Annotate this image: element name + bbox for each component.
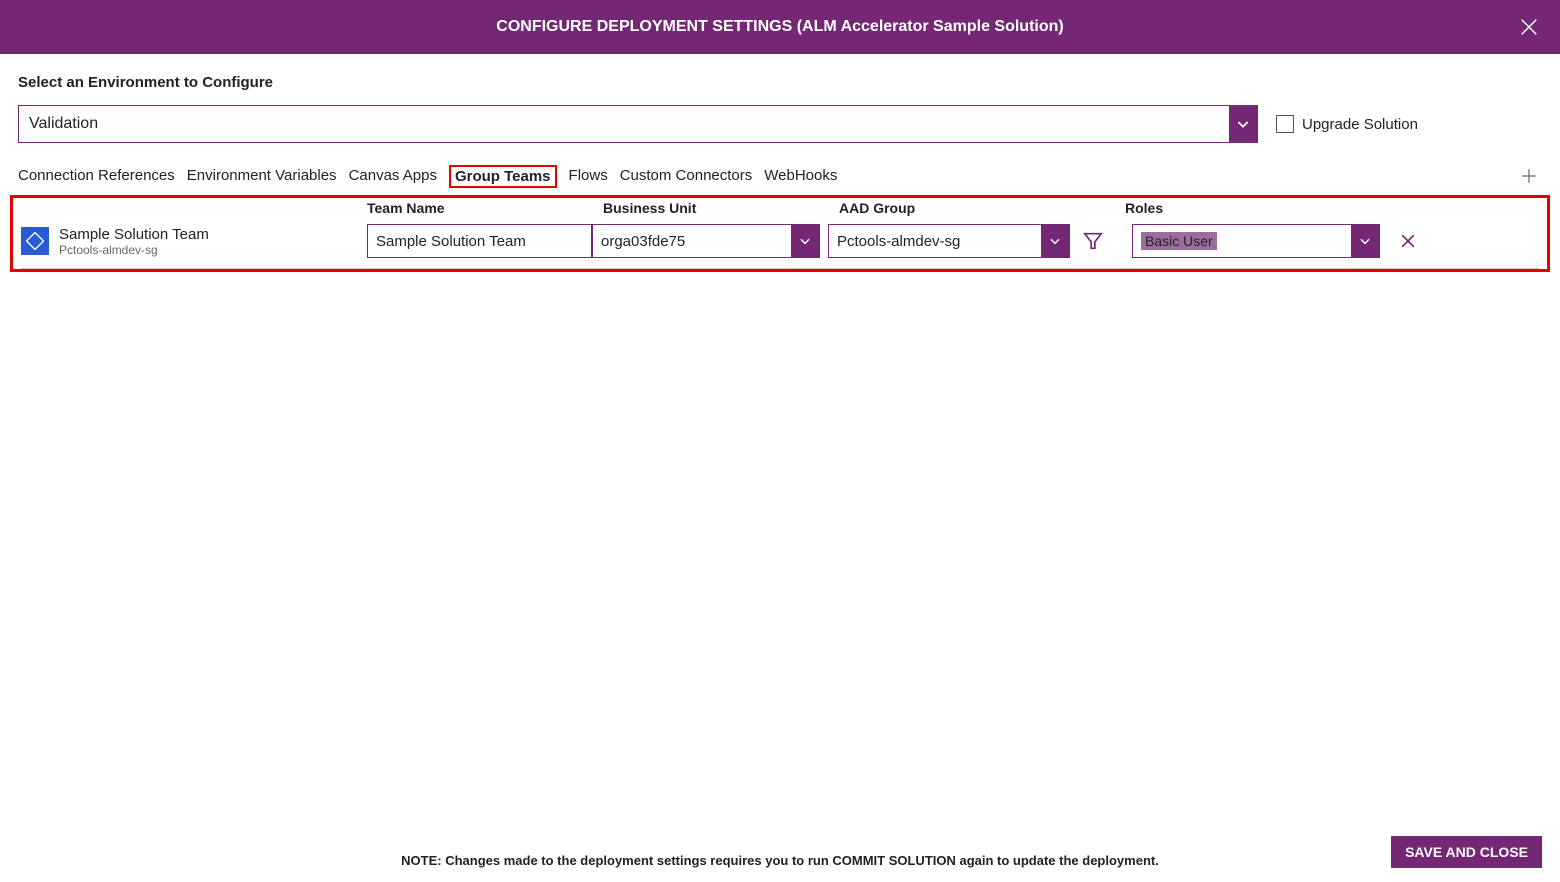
team-name-input[interactable]: Sample Solution Team xyxy=(367,224,592,258)
row-subtitle: Pctools-almdev-sg xyxy=(59,243,209,257)
tab-connection-references[interactable]: Connection References xyxy=(18,165,175,188)
tab-environment-variables[interactable]: Environment Variables xyxy=(187,165,337,188)
environment-dropdown-button[interactable] xyxy=(1229,106,1257,142)
save-and-close-button[interactable]: SAVE AND CLOSE xyxy=(1391,836,1542,868)
close-icon xyxy=(1518,16,1540,38)
delete-row-button[interactable] xyxy=(1398,231,1418,251)
plus-icon xyxy=(1520,167,1538,185)
filter-button[interactable] xyxy=(1082,230,1104,252)
col-header-aad-group: AAD Group xyxy=(839,200,1125,216)
col-header-team-name: Team Name xyxy=(367,200,603,216)
group-teams-grid: Team Name Business Unit AAD Group Roles … xyxy=(10,195,1550,272)
tab-webhooks[interactable]: WebHooks xyxy=(764,165,837,188)
bu-dropdown-button[interactable] xyxy=(791,225,819,257)
people-icon xyxy=(26,232,44,250)
team-icon xyxy=(21,227,49,255)
footer-note: NOTE: Changes made to the deployment set… xyxy=(18,853,1542,868)
environment-select[interactable]: Validation xyxy=(18,105,1258,143)
tabs: Connection References Environment Variab… xyxy=(18,165,837,188)
role-tag: Basic User xyxy=(1141,232,1217,250)
dialog-header: CONFIGURE DEPLOYMENT SETTINGS (ALM Accel… xyxy=(0,0,1560,54)
tab-custom-connectors[interactable]: Custom Connectors xyxy=(620,165,753,188)
aad-group-value: Pctools-almdev-sg xyxy=(829,225,1041,257)
business-unit-value: orga03fde75 xyxy=(593,225,791,257)
roles-dropdown-button[interactable] xyxy=(1351,225,1379,257)
close-button[interactable] xyxy=(1514,12,1544,42)
business-unit-select[interactable]: orga03fde75 xyxy=(592,224,820,258)
filter-icon xyxy=(1082,230,1104,252)
close-icon xyxy=(1398,231,1418,251)
chevron-down-icon xyxy=(1358,234,1372,248)
dialog-title: CONFIGURE DEPLOYMENT SETTINGS (ALM Accel… xyxy=(496,18,1063,36)
upgrade-label: Upgrade Solution xyxy=(1302,116,1418,133)
col-header-roles: Roles xyxy=(1125,200,1381,216)
environment-value: Validation xyxy=(19,106,1229,142)
add-row-button[interactable] xyxy=(1516,163,1542,189)
chevron-down-icon xyxy=(1235,116,1251,132)
chevron-down-icon xyxy=(798,234,812,248)
tab-canvas-apps[interactable]: Canvas Apps xyxy=(349,165,437,188)
aad-group-select[interactable]: Pctools-almdev-sg xyxy=(828,224,1070,258)
col-header-business-unit: Business Unit xyxy=(603,200,839,216)
team-name-value: Sample Solution Team xyxy=(368,225,591,257)
upgrade-checkbox[interactable] xyxy=(1276,115,1294,133)
aad-dropdown-button[interactable] xyxy=(1041,225,1069,257)
chevron-down-icon xyxy=(1048,234,1062,248)
table-row: Sample Solution Team Pctools-almdev-sg S… xyxy=(21,224,1539,269)
row-title: Sample Solution Team xyxy=(59,226,209,243)
tab-flows[interactable]: Flows xyxy=(569,165,608,188)
tab-group-teams[interactable]: Group Teams xyxy=(449,165,557,188)
environment-label: Select an Environment to Configure xyxy=(18,74,1542,91)
roles-select[interactable]: Basic User xyxy=(1132,224,1380,258)
